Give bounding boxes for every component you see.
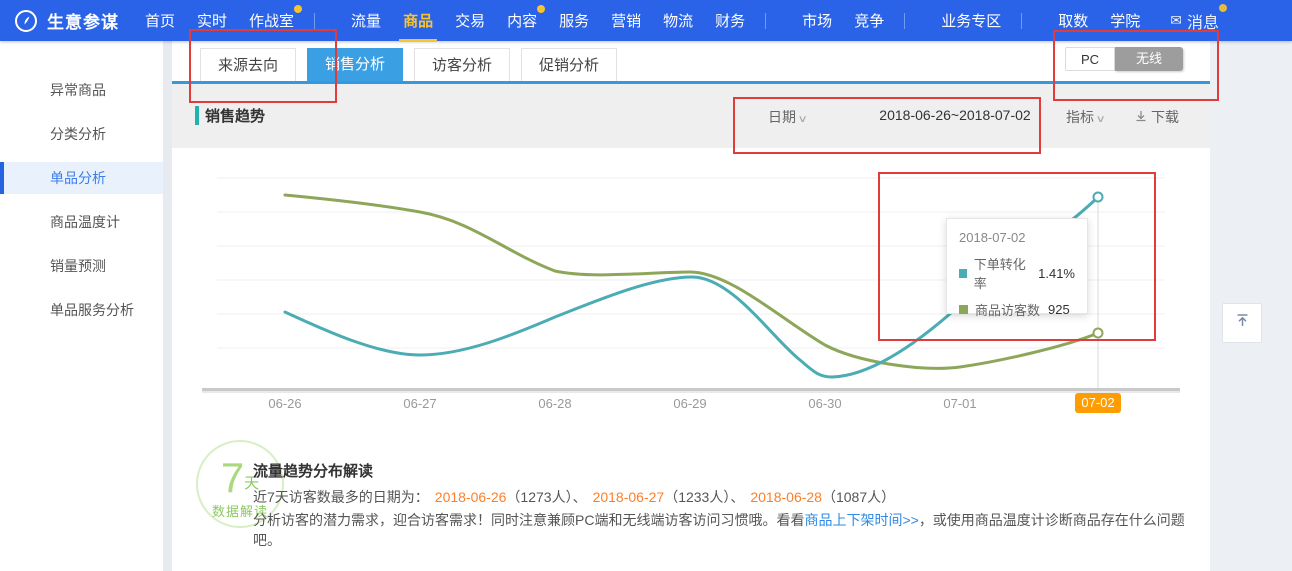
chart-tooltip: 2018-07-02 下单转化率 1.41% 商品访客数 925 xyxy=(946,218,1088,314)
nav-item-finance[interactable]: 财务 xyxy=(715,10,745,31)
chevron-down-icon: ∨ xyxy=(1096,114,1106,125)
device-toggle-wireless[interactable]: 无线 xyxy=(1115,47,1183,71)
sidebar-item-goods-thermometer[interactable]: 商品温度计 xyxy=(0,206,163,238)
nav-item-marketing[interactable]: 营销 xyxy=(611,10,641,31)
main-content: 来源去向 销售分析 访客分析 促销分析 PC 无线 销售趋势 日期∨ 2018-… xyxy=(172,41,1210,571)
sidebar-divider xyxy=(163,41,172,571)
top-navbar: 生意参谋 首页 实时 作战室 流量 商品 交易 内容 服务 营销 物流 财务 市… xyxy=(0,0,1292,41)
download-button[interactable]: 下载 xyxy=(1135,107,1179,127)
peak-date-1: 2018-06-26 xyxy=(435,489,507,505)
x-tick-0702-highlighted[interactable]: 07-02 xyxy=(1075,393,1121,413)
nav-item-realtime[interactable]: 实时 xyxy=(197,10,227,31)
sidebar: 商品排行 异常商品 分类分析 单品分析 商品温度计 销量预测 单品服务分析 xyxy=(0,0,163,571)
tooltip-row-visitors: 商品访客数 925 xyxy=(959,300,1075,319)
tab-bar: 来源去向 销售分析 访客分析 促销分析 PC 无线 xyxy=(172,41,1210,81)
nav-item-content[interactable]: 内容 xyxy=(507,10,537,31)
tab-sales-analysis[interactable]: 销售分析 xyxy=(307,48,403,81)
nav-item-data-fetch[interactable]: 取数 xyxy=(1058,10,1088,31)
nav-item-traffic[interactable]: 流量 xyxy=(351,10,381,31)
nav-item-goods[interactable]: 商品 xyxy=(403,10,433,31)
tooltip-row-conversion: 下单转化率 1.41% xyxy=(959,254,1075,292)
metric-dropdown[interactable]: 指标∨ xyxy=(1066,107,1104,127)
nav-divider xyxy=(765,13,766,29)
nav-item-market[interactable]: 市场 xyxy=(802,10,832,31)
brand-title[interactable]: 生意参谋 xyxy=(47,8,119,33)
panel-title: 销售趋势 xyxy=(195,105,265,126)
shelf-time-link[interactable]: 商品上下架时间>> xyxy=(804,512,918,528)
date-range-value[interactable]: 2018-06-26~2018-07-02 xyxy=(860,107,1050,123)
nav-divider xyxy=(904,13,905,29)
sidebar-item-single-item-analysis[interactable]: 单品分析 xyxy=(0,162,163,194)
nav-divider xyxy=(314,13,315,29)
x-tick-0627: 06-27 xyxy=(390,396,450,411)
chevron-down-icon: ∨ xyxy=(798,114,808,125)
panel-toolbar: 销售趋势 日期∨ 2018-06-26~2018-07-02 指标∨ 下载 xyxy=(172,84,1210,148)
date-dropdown[interactable]: 日期∨ xyxy=(768,107,806,127)
tooltip-date: 2018-07-02 xyxy=(959,230,1075,245)
tab-visitor-analysis[interactable]: 访客分析 xyxy=(414,48,510,81)
tab-source-destination[interactable]: 来源去向 xyxy=(200,48,296,81)
peak-date-3: 2018-06-28 xyxy=(750,489,822,505)
messages-button[interactable]: ✉ 消息 xyxy=(1170,9,1219,33)
envelope-icon: ✉ xyxy=(1170,12,1182,29)
nav-item-logistics[interactable]: 物流 xyxy=(663,10,693,31)
nav-item-academy[interactable]: 学院 xyxy=(1110,10,1140,31)
nav-divider xyxy=(1021,13,1022,29)
insight-peak-dates: 近7天访客数最多的日期为：2018-06-26（1273人）、2018-06-2… xyxy=(253,487,895,507)
conversion-endpoint-marker xyxy=(1094,193,1103,202)
device-toggle-pc[interactable]: PC xyxy=(1065,47,1115,71)
x-tick-0626: 06-26 xyxy=(255,396,315,411)
download-icon xyxy=(1135,109,1147,125)
visitors-legend-swatch xyxy=(959,305,968,314)
tab-promotion-analysis[interactable]: 促销分析 xyxy=(521,48,617,81)
nav-item-war-room[interactable]: 作战室 xyxy=(249,10,294,31)
sidebar-item-category-analysis[interactable]: 分类分析 xyxy=(0,118,163,150)
conversion-legend-swatch xyxy=(959,269,967,278)
insight-title: 流量趋势分布解读 xyxy=(253,460,373,481)
nav-item-trade[interactable]: 交易 xyxy=(455,10,485,31)
nav-item-home[interactable]: 首页 xyxy=(145,10,175,31)
nav-item-competition[interactable]: 竞争 xyxy=(854,10,884,31)
sycm-logo-icon[interactable] xyxy=(14,9,38,33)
notification-dot xyxy=(1219,4,1227,12)
notification-dot xyxy=(537,5,545,13)
nav-item-business-zone[interactable]: 业务专区 xyxy=(941,10,1001,31)
notification-dot xyxy=(294,5,302,13)
back-to-top-button[interactable] xyxy=(1222,303,1262,343)
peak-date-2: 2018-06-27 xyxy=(593,489,665,505)
insight-advice: 分析访客的潜力需求，迎合访客需求！同时注意兼顾PC端和无线端访客访问习惯哦。看看… xyxy=(253,510,1210,550)
sidebar-item-sales-forecast[interactable]: 销量预测 xyxy=(0,250,163,282)
visitors-endpoint-marker xyxy=(1094,329,1103,338)
x-tick-0628: 06-28 xyxy=(525,396,585,411)
sidebar-item-single-item-service[interactable]: 单品服务分析 xyxy=(0,294,163,326)
nav-item-service[interactable]: 服务 xyxy=(559,10,589,31)
x-tick-0630: 06-30 xyxy=(795,396,855,411)
arrow-to-top-icon xyxy=(1234,312,1251,334)
x-tick-0629: 06-29 xyxy=(660,396,720,411)
x-tick-0701: 07-01 xyxy=(930,396,990,411)
sidebar-item-abnormal-goods[interactable]: 异常商品 xyxy=(0,74,163,106)
